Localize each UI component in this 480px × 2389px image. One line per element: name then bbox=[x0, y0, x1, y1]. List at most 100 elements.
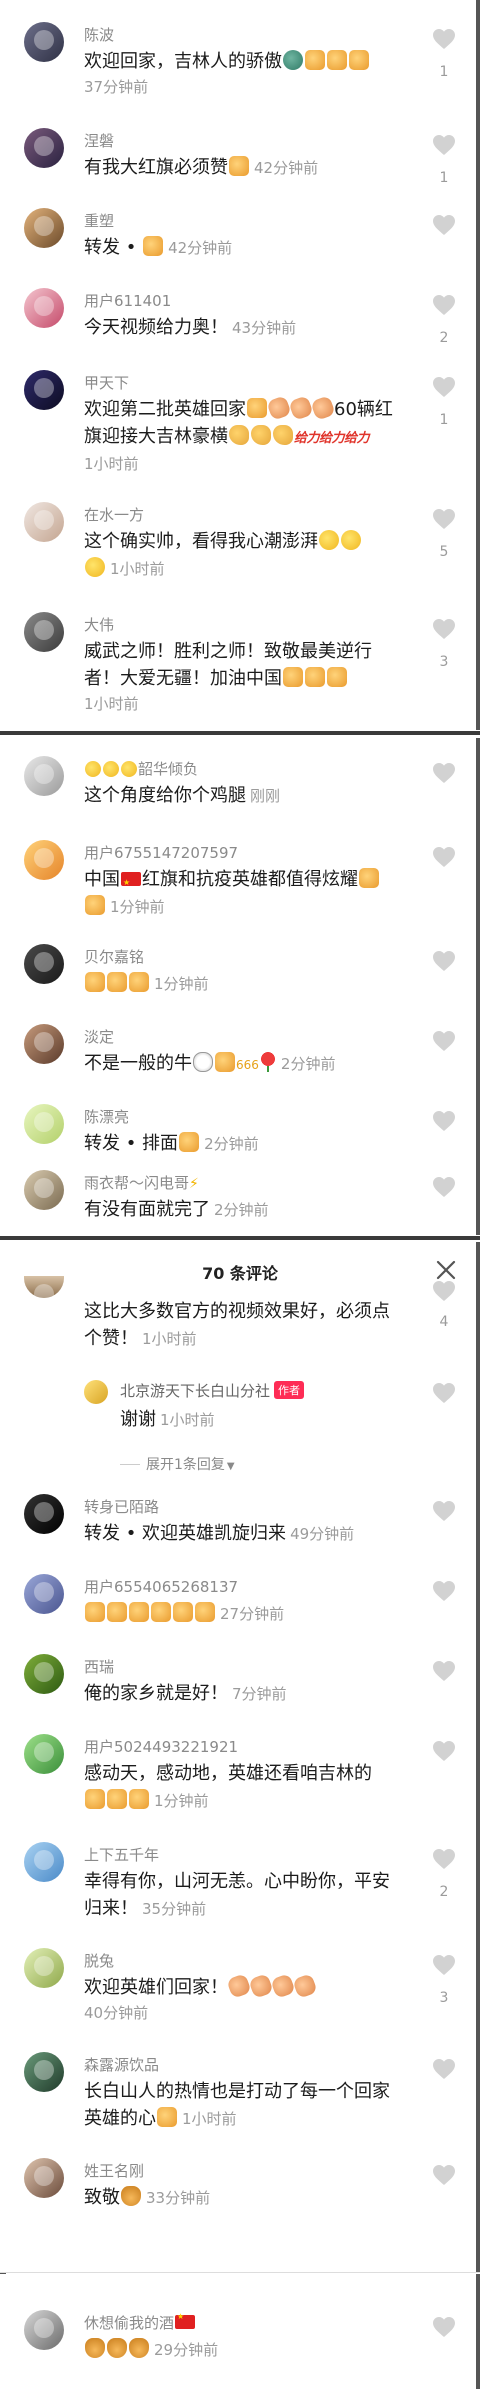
reply-username[interactable]: 北京游天下长白山分社 bbox=[120, 1382, 270, 1400]
comment-item[interactable]: 韶华倾负 这个角度给你个鸡腿 刚刚 bbox=[0, 756, 470, 816]
avatar[interactable] bbox=[24, 2158, 64, 2198]
heart-outline-icon[interactable] bbox=[432, 950, 456, 972]
heart-outline-icon[interactable] bbox=[432, 1110, 456, 1132]
avatar[interactable] bbox=[24, 2052, 64, 2092]
comment-item[interactable]: 森露源饮品 长白山人的热情也是打动了每一个回家英雄的心 1小时前 bbox=[0, 2052, 470, 2142]
comment-item[interactable]: 贝尔嘉铭 1分钟前 bbox=[0, 944, 470, 1004]
avatar[interactable] bbox=[24, 1276, 64, 1298]
comment-username[interactable]: 甲天下 bbox=[84, 372, 129, 393]
heart-outline-icon[interactable] bbox=[432, 1740, 456, 1762]
reply-avatar[interactable] bbox=[84, 1380, 108, 1404]
avatar[interactable] bbox=[24, 2310, 64, 2350]
comment-item[interactable]: 转身已陌路 转发 • 欢迎英雄凯旋归来 49分钟前 bbox=[0, 1494, 470, 1554]
comment-username[interactable]: 用户5024493221921 bbox=[84, 1736, 238, 1757]
comment-username[interactable]: 淡定 bbox=[84, 1026, 114, 1047]
comment-item[interactable]: 上下五千年 幸得有你，山河无恙。心中盼你，平安归来！ 35分钟前 2 bbox=[0, 1842, 470, 1942]
comment-item[interactable]: 重塑 转发 • 42分钟前 bbox=[0, 208, 470, 268]
avatar[interactable] bbox=[24, 502, 64, 542]
avatar[interactable] bbox=[24, 1734, 64, 1774]
comment-username[interactable]: 大伟 bbox=[84, 614, 114, 635]
avatar[interactable] bbox=[24, 1574, 64, 1614]
comment-item[interactable]: 甲天下 欢迎第二批英雄回家 60辆红旗迎接大吉林豪横 给力给力给力 1小时前 1 bbox=[0, 370, 470, 480]
comment-item[interactable]: 用户5024493221921 感动天，感动地，英雄还看咱吉林的 1分钟前 bbox=[0, 1734, 470, 1814]
comment-item[interactable]: 姓王名刚 致敬 33分钟前 bbox=[0, 2158, 470, 2218]
avatar[interactable] bbox=[24, 1654, 64, 1694]
comment-text: 这个确实帅，看得我心潮澎湃 1小时前 bbox=[84, 528, 400, 583]
heart-outline-icon[interactable] bbox=[432, 1660, 456, 1682]
heart-outline-icon[interactable] bbox=[432, 294, 456, 316]
comment-username[interactable]: 西瑞 bbox=[84, 1656, 114, 1677]
comment-username[interactable]: 转身已陌路 bbox=[84, 1496, 159, 1517]
avatar[interactable] bbox=[24, 1494, 64, 1534]
comment-username[interactable]: 上下五千年 bbox=[84, 1844, 159, 1865]
comment-username[interactable]: 森露源饮品 bbox=[84, 2054, 159, 2075]
comment-username[interactable]: 陈漂亮 bbox=[84, 1106, 129, 1127]
avatar[interactable] bbox=[24, 128, 64, 168]
modal-header: 70 条评论 bbox=[0, 1242, 480, 1302]
comment-username[interactable]: 在水一方 bbox=[84, 504, 144, 525]
comment-username[interactable]: 用户6554065268137 bbox=[84, 1576, 238, 1597]
avatar[interactable] bbox=[24, 370, 64, 410]
avatar[interactable] bbox=[24, 1024, 64, 1064]
comment-username[interactable]: 涅磐 bbox=[84, 130, 114, 151]
comment-item[interactable]: 在水一方 这个确实帅，看得我心潮澎湃 1小时前 5 bbox=[0, 502, 470, 592]
avatar[interactable] bbox=[24, 288, 64, 328]
heart-outline-icon[interactable] bbox=[432, 2316, 456, 2338]
expand-replies-button[interactable]: 展开1条回复 ▼ bbox=[120, 1454, 235, 1474]
avatar[interactable] bbox=[24, 1170, 64, 1210]
heart-outline-icon[interactable] bbox=[432, 1848, 456, 1870]
comment-item[interactable]: 淡定 不是一般的牛 666 2分钟前 bbox=[0, 1024, 470, 1084]
avatar[interactable] bbox=[24, 1842, 64, 1882]
avatar[interactable] bbox=[24, 944, 64, 984]
comment-username[interactable]: 雨衣帮～闪电哥⚡ bbox=[84, 1172, 199, 1193]
heart-outline-icon[interactable] bbox=[432, 134, 456, 156]
comment-username[interactable]: 贝尔嘉铭 bbox=[84, 946, 144, 967]
heart-outline-icon[interactable] bbox=[432, 28, 456, 50]
comment-item[interactable]: 用户611401 今天视频给力奥！ 43分钟前 2 bbox=[0, 288, 470, 358]
heart-outline-icon[interactable] bbox=[432, 1030, 456, 1052]
heart-outline-icon[interactable] bbox=[432, 762, 456, 784]
comment-username[interactable]: 用户611401 bbox=[84, 290, 171, 311]
comment-item[interactable]: 脱兔 欢迎英雄们回家！ 40分钟前 3 bbox=[0, 1948, 470, 2038]
comment-username[interactable]: 重塑 bbox=[84, 210, 114, 231]
comment-item[interactable]: 这比大多数官方的视频效果好，必须点个赞！ 1小时前 4 bbox=[0, 1276, 470, 1354]
heart-outline-icon[interactable] bbox=[432, 1580, 456, 1602]
heart-outline-icon[interactable] bbox=[432, 2058, 456, 2080]
avatar[interactable] bbox=[24, 208, 64, 248]
heart-outline-icon[interactable] bbox=[432, 846, 456, 868]
heart-outline-icon[interactable] bbox=[432, 1280, 456, 1302]
reply-item[interactable]: 北京游天下长白山分社 作者 谢谢 1小时前 bbox=[0, 1376, 470, 1436]
avatar[interactable] bbox=[24, 840, 64, 880]
avatar[interactable] bbox=[24, 1948, 64, 1988]
comment-username[interactable]: 用户6755147207597 bbox=[84, 842, 238, 863]
heart-outline-icon[interactable] bbox=[432, 1954, 456, 1976]
close-icon[interactable] bbox=[434, 1258, 458, 1282]
avatar[interactable] bbox=[24, 22, 64, 62]
heart-outline-icon[interactable] bbox=[432, 618, 456, 640]
heart-outline-icon[interactable] bbox=[432, 1500, 456, 1522]
heart-outline-icon[interactable] bbox=[432, 376, 456, 398]
comment-username[interactable]: 韶华倾负 bbox=[84, 758, 198, 779]
heart-outline-icon[interactable] bbox=[432, 1382, 456, 1404]
heart-outline-icon[interactable] bbox=[432, 1176, 456, 1198]
avatar[interactable] bbox=[24, 1104, 64, 1144]
comment-username[interactable]: 休想偷我的酒 bbox=[84, 2312, 196, 2333]
comment-item[interactable]: 西瑞 俺的家乡就是好！ 7分钟前 bbox=[0, 1654, 470, 1714]
avatar[interactable] bbox=[24, 756, 64, 796]
heart-outline-icon[interactable] bbox=[432, 214, 456, 236]
avatar[interactable] bbox=[24, 612, 64, 652]
comment-item[interactable]: 陈漂亮 转发 • 排面 2分钟前 bbox=[0, 1104, 470, 1164]
heart-outline-icon[interactable] bbox=[432, 508, 456, 530]
comment-item[interactable]: 休想偷我的酒 29分钟前 bbox=[0, 2310, 470, 2370]
comment-item[interactable]: 大伟 威武之师！胜利之师！致敬最美逆行者！大爱无疆！加油中国 1小时前 3 bbox=[0, 612, 470, 722]
heart-outline-icon[interactable] bbox=[432, 2164, 456, 2186]
comment-username[interactable]: 陈波 bbox=[84, 24, 114, 45]
comment-item[interactable]: 用户6755147207597 中国 红旗和抗疫英雄都值得炫耀 1分钟前 bbox=[0, 840, 470, 920]
comment-text: 29分钟前 bbox=[84, 2336, 400, 2364]
comment-username[interactable]: 脱兔 bbox=[84, 1950, 114, 1971]
comment-item[interactable]: 用户6554065268137 27分钟前 bbox=[0, 1574, 470, 1634]
comment-username[interactable]: 姓王名刚 bbox=[84, 2160, 144, 2181]
comment-item[interactable]: 涅磐 有我大红旗必须赞 42分钟前 1 bbox=[0, 128, 470, 188]
comment-item[interactable]: 陈波 欢迎回家，吉林人的骄傲 37分钟前 1 bbox=[0, 22, 470, 102]
comment-item[interactable]: 雨衣帮～闪电哥⚡ 有没有面就完了 2分钟前 bbox=[0, 1170, 470, 1230]
